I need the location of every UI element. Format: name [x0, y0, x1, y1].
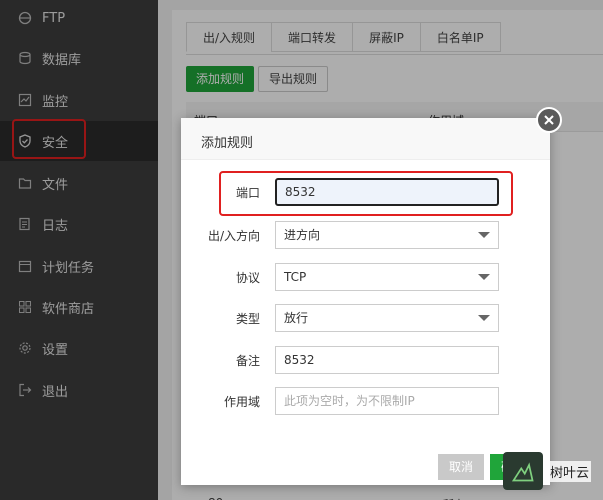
cancel-button[interactable]: 取消	[438, 454, 484, 480]
remark-label: 备注	[235, 354, 260, 368]
dialog-header: 添加规则	[181, 118, 550, 160]
protocol-row: 协议 TCP	[181, 263, 550, 291]
type-row: 类型 放行	[181, 304, 550, 332]
watermark-logo-icon	[503, 452, 543, 490]
dialog-title: 添加规则	[201, 136, 254, 151]
type-select[interactable]: 放行	[275, 304, 499, 332]
direction-row: 出/入方向 进方向	[181, 221, 550, 249]
direction-label: 出/入方向	[207, 229, 260, 243]
watermark-text: 树叶云	[548, 460, 592, 482]
scope-input[interactable]: 此项为空时，为不限制IP	[275, 387, 499, 415]
close-button[interactable]	[536, 107, 562, 133]
type-label: 类型	[235, 312, 260, 326]
scope-label: 作用域	[223, 395, 260, 409]
direction-select[interactable]: 进方向	[275, 221, 499, 249]
scope-row: 作用域 此项为空时，为不限制IP	[181, 387, 550, 415]
protocol-label: 协议	[235, 271, 260, 285]
remark-input[interactable]: 8532	[275, 346, 499, 374]
remark-row: 备注 8532	[181, 346, 550, 374]
close-icon	[544, 115, 554, 125]
watermark: 树叶云	[503, 452, 592, 490]
protocol-select[interactable]: TCP	[275, 263, 499, 291]
highlight-port	[219, 171, 513, 216]
